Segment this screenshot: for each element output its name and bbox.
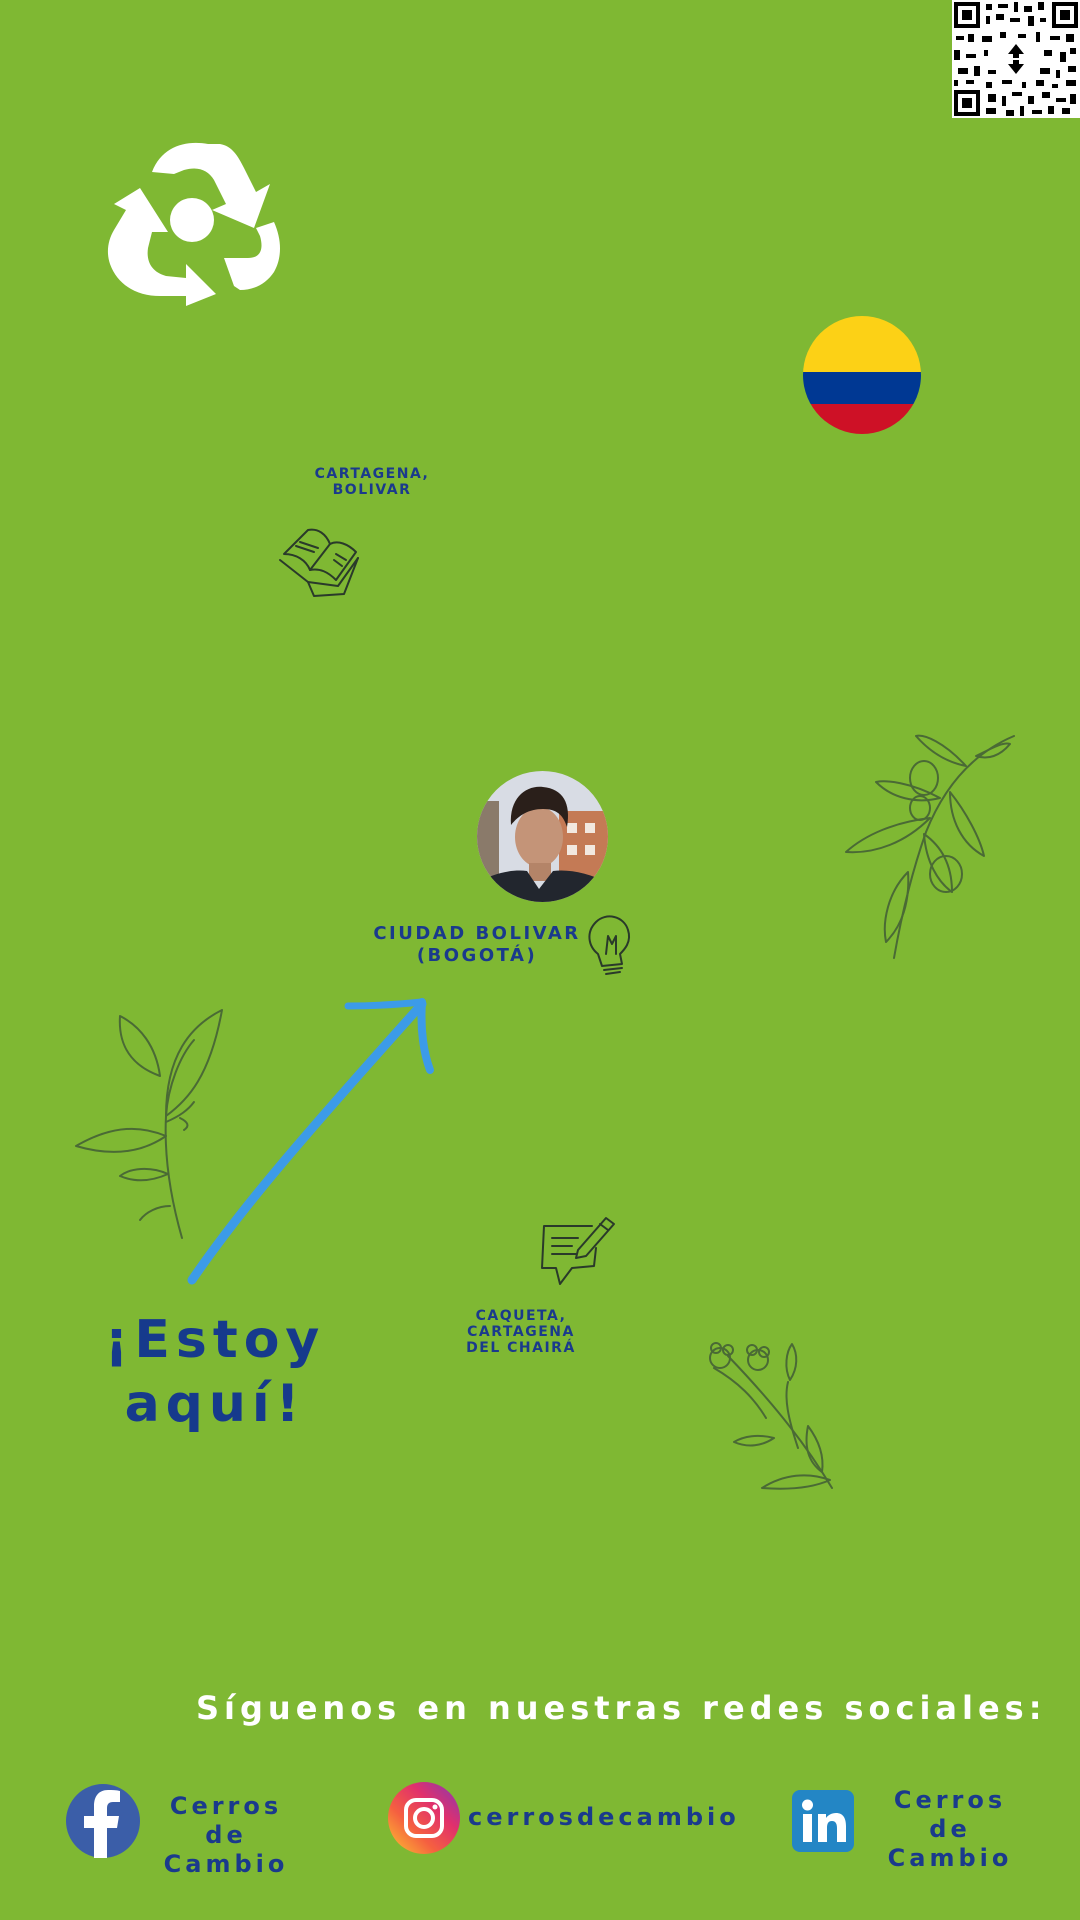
facebook-label-line: Cerros de [169, 1792, 283, 1849]
headline-line: aquí! [124, 1374, 306, 1434]
colombia-flag-icon [803, 316, 921, 434]
location-label-cartagena: CARTAGENA, BOLIVAR [292, 466, 452, 498]
location-line: CAQUETA, [475, 1308, 567, 1324]
instagram-icon[interactable] [388, 1782, 460, 1854]
location-line: DEL CHAIRÁ [466, 1340, 576, 1356]
linkedin-icon[interactable] [792, 1790, 854, 1852]
linkedin-label-line: Cerros de [893, 1786, 1007, 1843]
location-line: CARTAGENA [467, 1324, 575, 1340]
note-pencil-icon [538, 1214, 616, 1288]
facebook-label-line: Cambio [163, 1850, 289, 1878]
instagram-label[interactable]: cerrosdecambio [468, 1803, 740, 1832]
linkedin-label-line: Cambio [887, 1844, 1013, 1872]
olive-branch-icon [826, 722, 1016, 962]
instagram-link[interactable]: cerrosdecambio [388, 1782, 736, 1854]
profile-photo[interactable] [477, 771, 608, 902]
facebook-label[interactable]: Cerros de Cambio [144, 1792, 308, 1879]
location-line: (BOGOTÁ) [416, 945, 538, 966]
flower-sprig-icon [708, 1338, 840, 1492]
location-line: CIUDAD BOLIVAR [373, 923, 581, 944]
facebook-icon[interactable] [66, 1784, 140, 1858]
location-label-ciudad-bolivar: CIUDAD BOLIVAR (BOGOTÁ) [362, 923, 592, 967]
linkedin-label[interactable]: Cerros de Cambio [868, 1786, 1032, 1873]
leaf-sprig-icon [70, 1006, 236, 1242]
headline-line: ¡Estoy [104, 1310, 326, 1370]
lightbulb-icon [584, 914, 636, 978]
recycle-icon [104, 136, 282, 306]
location-line: CARTAGENA, [314, 466, 430, 482]
book-icon [278, 522, 364, 602]
qr-code-icon[interactable] [952, 0, 1080, 118]
location-label-caqueta: CAQUETA, CARTAGENA DEL CHAIRÁ [446, 1308, 596, 1356]
location-line: BOLIVAR [332, 482, 412, 498]
poster: CARTAGENA, BOLIVAR CIUDAD BOLIVAR (BOGOT… [0, 0, 1080, 1920]
facebook-link[interactable]: Cerros de Cambio [66, 1784, 306, 1878]
linkedin-link[interactable]: Cerros de Cambio [792, 1782, 1042, 1872]
headline: ¡Estoy aquí! [80, 1308, 350, 1436]
follow-us-heading: Síguenos en nuestras redes sociales: [196, 1689, 1047, 1727]
